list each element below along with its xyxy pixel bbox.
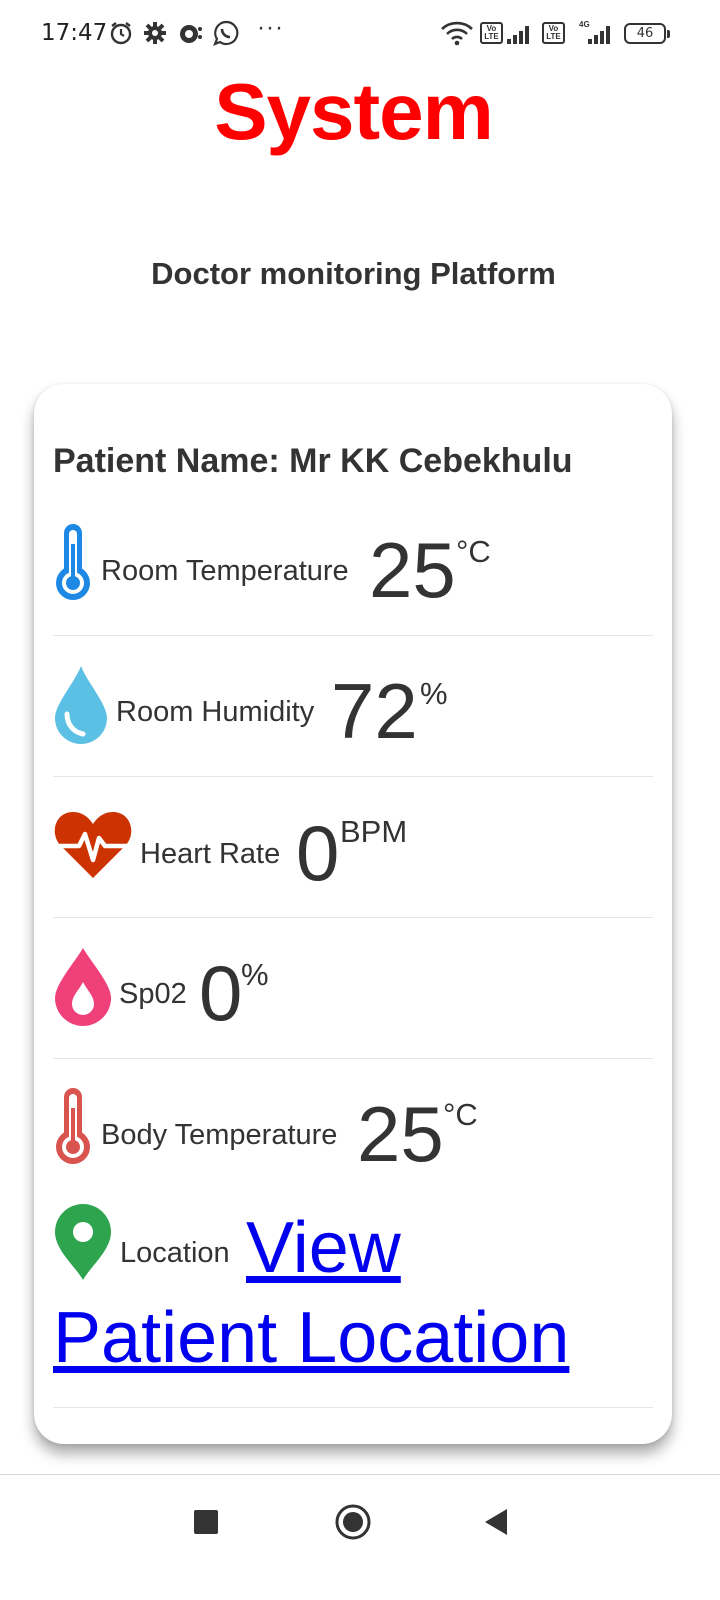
- room-humidity-unit: %: [420, 676, 448, 711]
- page-subtitle: Doctor monitoring Platform: [151, 256, 556, 291]
- spo2-label: Sp02: [119, 978, 187, 1010]
- room-temperature-label: Room Temperature: [101, 555, 349, 587]
- room-humidity-label: Room Humidity: [116, 696, 315, 728]
- signal-icon: [507, 26, 529, 44]
- view-location-link-line1[interactable]: View: [246, 1212, 401, 1284]
- body-temperature-row: Body Temperature 25 °C: [53, 1086, 653, 1178]
- room-humidity-row: Room Humidity 72 %: [53, 662, 653, 750]
- map-pin-icon: [55, 1204, 111, 1280]
- heart-pulse-icon: [54, 812, 132, 878]
- status-time: 17:47: [41, 20, 108, 46]
- heart-rate-value: 0: [296, 809, 340, 897]
- heart-rate-label: Heart Rate: [140, 838, 281, 870]
- spo2-value: 0: [199, 949, 243, 1037]
- blood-drop-icon: [55, 948, 111, 1026]
- volte-icon: Vo LTE: [480, 22, 503, 44]
- thermometer-red-icon: [56, 1088, 90, 1164]
- alarm-icon: [110, 22, 132, 45]
- body-temperature-unit: °C: [443, 1097, 478, 1132]
- divider: [53, 635, 653, 636]
- app-notification-icon: [180, 25, 202, 43]
- room-temperature-row: Room Temperature 25 °C: [53, 522, 653, 614]
- room-temperature-unit: °C: [456, 534, 491, 569]
- room-humidity-value: 72: [331, 667, 418, 755]
- spo2-row: Sp02 0 %: [53, 944, 653, 1032]
- system-nav-bar: [0, 1474, 720, 1600]
- signal-4g-icon: [588, 26, 610, 44]
- patient-card: Patient Name: Mr KK Cebekhulu Room Tempe…: [34, 384, 672, 1444]
- volte-icon-2: Vo LTE: [542, 22, 565, 44]
- whatsapp-icon: [213, 20, 239, 46]
- divider: [53, 1058, 653, 1059]
- page-title: System: [214, 67, 494, 156]
- room-temperature-value: 25: [369, 526, 456, 614]
- recents-square-icon[interactable]: [193, 1509, 219, 1535]
- heart-rate-unit: BPM: [340, 814, 408, 849]
- divider: [53, 917, 653, 918]
- settings-gear-icon: [144, 22, 166, 44]
- location-label: Location: [120, 1237, 230, 1269]
- heart-rate-row: Heart Rate 0 BPM: [53, 804, 653, 892]
- spo2-unit: %: [241, 957, 269, 992]
- location-row: Location View Patient Location: [53, 1202, 653, 1374]
- back-triangle-icon[interactable]: [483, 1508, 509, 1536]
- divider: [53, 1407, 653, 1408]
- thermometer-blue-icon: [56, 524, 90, 600]
- water-drop-icon: [55, 666, 107, 744]
- more-dots-icon: ···: [257, 14, 284, 41]
- body-temperature-label: Body Temperature: [101, 1119, 338, 1151]
- view-location-link-line2[interactable]: Patient Location: [53, 1302, 569, 1374]
- patient-name: Patient Name: Mr KK Cebekhulu: [53, 442, 573, 480]
- divider: [53, 776, 653, 777]
- wifi-icon: [441, 21, 473, 46]
- body-temperature-value: 25: [357, 1090, 444, 1178]
- status-bar: 17:47 ··· Vo LTE Vo LTE 4G 46: [0, 0, 720, 66]
- home-circle-icon[interactable]: [334, 1503, 372, 1541]
- battery-icon: 46: [624, 23, 670, 44]
